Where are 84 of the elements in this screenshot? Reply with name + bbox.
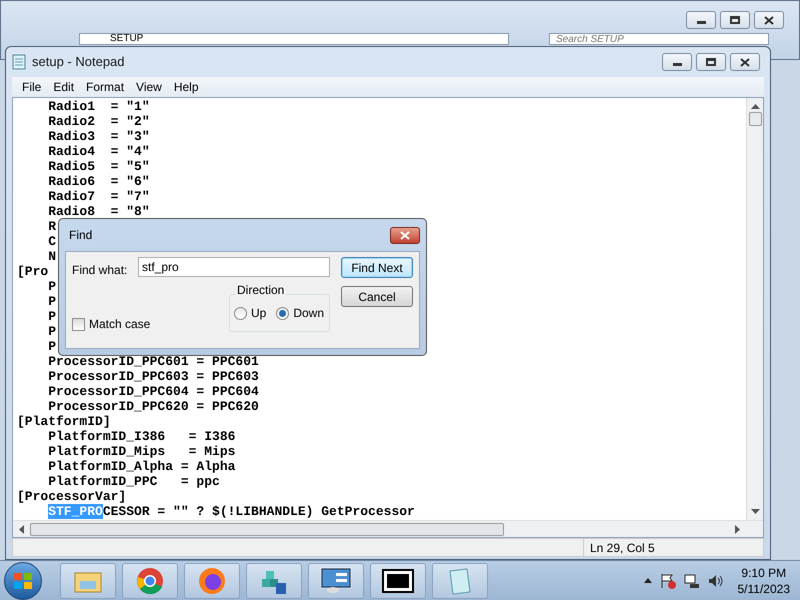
radio-label: Down (293, 305, 324, 322)
code-line: N (48, 249, 56, 264)
checkbox-label: Match case (89, 316, 150, 333)
dialog-title: Find (69, 227, 92, 244)
menu-item[interactable]: Help (170, 78, 203, 96)
match-case-checkbox[interactable] (72, 318, 85, 330)
close-button[interactable] (754, 11, 784, 29)
code-line: PlatformID_Alpha = Alpha (47, 459, 236, 474)
maximize-button[interactable] (696, 53, 726, 71)
code-line: Radio5 = "5" (47, 159, 150, 174)
show-hidden-icons-icon[interactable] (644, 578, 652, 583)
code-line: Radio2 = "2" (47, 114, 150, 129)
code-line: ProcessorID_PPC620 = PPC620 (47, 399, 259, 414)
menu-item[interactable]: Edit (49, 78, 78, 96)
code-line: CESSOR = "" ? $(!LIBHANDLE) GetProcessor (102, 504, 415, 519)
code-line: ProcessorID_PPC601 = PPC601 (47, 354, 259, 369)
code-line: P (47, 294, 56, 309)
maximize-button[interactable] (720, 11, 750, 29)
code-line: Radio4 = "4" (47, 144, 150, 159)
menu-item[interactable]: Format (82, 78, 128, 96)
radio-label: Up (251, 305, 266, 322)
code-line: P (47, 279, 56, 294)
archive-icon (382, 568, 414, 592)
code-line: Radio1 = "1" (47, 99, 150, 114)
browser-icon (136, 566, 164, 594)
find-what-label: Find what: (72, 262, 128, 279)
code-line: P (47, 324, 56, 339)
scroll-up-icon[interactable] (750, 103, 760, 109)
speaker-icon[interactable] (708, 572, 724, 588)
code-line: ProcessorID_PPC603 = PPC603 (47, 369, 259, 384)
taskbar-button[interactable] (370, 562, 426, 598)
radio-button[interactable] (234, 306, 247, 320)
network-icon[interactable] (684, 572, 700, 588)
code-line: PlatformID_Mips = Mips (47, 444, 236, 459)
close-icon (764, 16, 774, 24)
code-line: PlatformID_I386 = I386 (47, 429, 236, 444)
code-line: [Pro (17, 264, 48, 279)
address-bar[interactable]: SETUP (79, 33, 509, 45)
cancel-button[interactable]: Cancel (341, 286, 413, 307)
scroll-left-icon[interactable] (18, 524, 24, 534)
menu-item[interactable]: File (18, 78, 46, 96)
flag-icon[interactable] (660, 572, 676, 588)
code-line: Radio7 = "7" (47, 189, 150, 204)
clock-time: 9:10 PM (741, 564, 786, 580)
close-icon (740, 58, 750, 66)
horizontal-scrollbar[interactable] (13, 520, 763, 537)
window-title: setup - Notepad (32, 53, 125, 72)
find-what-field[interactable]: stf_pro (138, 257, 330, 277)
code-line: P (47, 339, 56, 354)
taskbar-button[interactable] (308, 562, 364, 598)
vertical-scrollbar[interactable] (746, 98, 763, 520)
scroll-thumb[interactable] (748, 112, 762, 126)
code-line: [ProcessorVar] (17, 489, 126, 504)
search-field[interactable]: Search SETUP (549, 33, 769, 45)
scroll-right-icon[interactable] (735, 524, 741, 534)
radio-button[interactable] (276, 306, 290, 320)
notepad-icon (447, 566, 473, 594)
clock-date: 5/11/2023 (738, 580, 790, 596)
notepad-icon (12, 54, 26, 70)
scroll-thumb[interactable] (30, 522, 504, 536)
cursor-position: Ln 29, Col 5 (583, 538, 655, 556)
code-line: ProcessorID_PPC604 = PPC604 (47, 384, 259, 399)
monitor-icon (321, 568, 351, 594)
clock[interactable]: 9:10 PM 5/11/2023 (738, 564, 790, 596)
close-button[interactable] (390, 226, 420, 244)
close-icon (400, 230, 410, 240)
code-line: P (47, 309, 56, 324)
four-squares-logo-icon (13, 572, 33, 590)
close-button[interactable] (730, 53, 760, 71)
code-line: Radio6 = "6" (47, 174, 150, 189)
minimize-button[interactable] (662, 53, 692, 71)
globe-icon (198, 566, 226, 594)
code-line: R (47, 219, 56, 234)
menu-item[interactable]: View (132, 78, 166, 96)
code-line: PlatformID_PPC = ppc (47, 474, 220, 489)
start-button[interactable] (4, 562, 42, 600)
code-line: Radio3 = "3" (47, 129, 150, 144)
code-line: C (47, 234, 56, 249)
find-next-button[interactable]: Find Next (341, 257, 413, 278)
scroll-down-icon[interactable] (750, 509, 760, 515)
code-line: Radio8 = "8" (47, 204, 150, 219)
selected-text: STF_PRO (48, 504, 103, 519)
code-line: [PlatformID] (17, 414, 111, 429)
minimize-button[interactable] (686, 11, 716, 29)
